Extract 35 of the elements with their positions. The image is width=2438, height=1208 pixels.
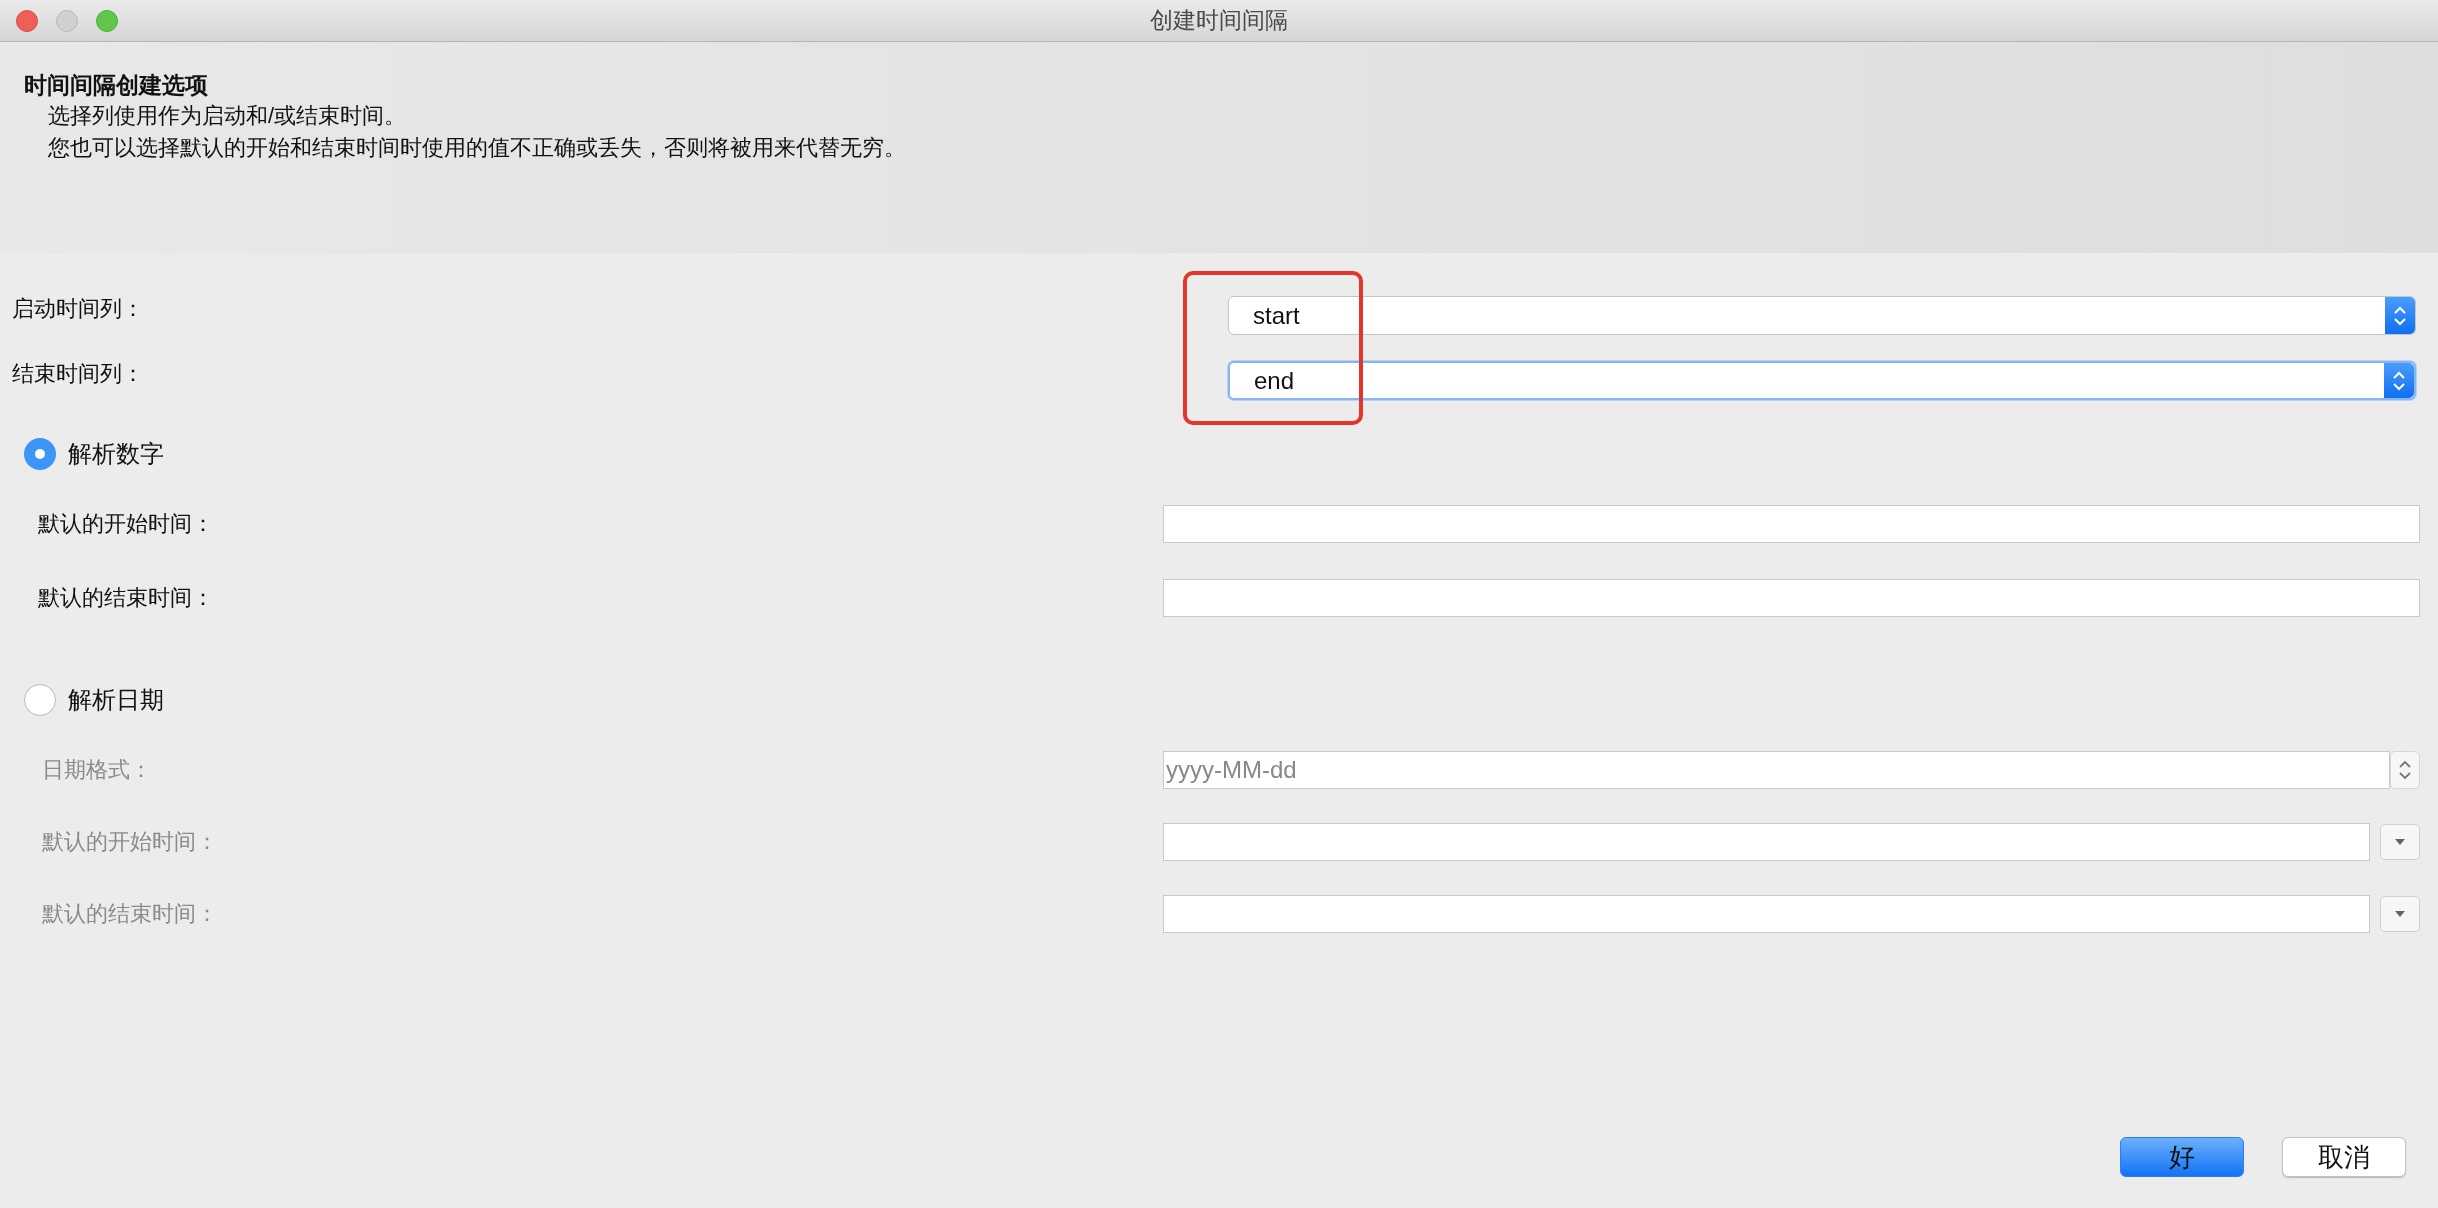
stepper-button[interactable] xyxy=(2390,751,2420,789)
dropdown-button[interactable] xyxy=(2380,896,2420,932)
triangle-down-icon xyxy=(2394,910,2406,918)
minimize-button[interactable] xyxy=(56,9,78,32)
stepper-arrows-icon xyxy=(2398,759,2412,781)
text-field[interactable] xyxy=(1163,579,2420,617)
dropdown-button[interactable] xyxy=(2380,824,2420,860)
triangle-down-icon xyxy=(2394,838,2406,846)
field-label: 日期格式： xyxy=(41,756,153,784)
close-button[interactable] xyxy=(16,9,38,32)
field-label: 默认的开始时间： xyxy=(37,510,215,538)
radio-button[interactable] xyxy=(24,684,56,716)
dialog-button[interactable]: 取消 xyxy=(2282,1137,2406,1177)
field-label: 默认的结束时间： xyxy=(37,584,215,612)
column-dropdown[interactable]: end xyxy=(1228,361,2416,400)
description-text: 您也可以选择默认的开始和结束时间时使用的值不正确或丢失，否则将被用来代替无穷。 xyxy=(47,134,907,162)
description-text: 选择列使用作为启动和/或结束时间。 xyxy=(47,102,408,130)
date-format-field[interactable]: yyyy-MM-dd xyxy=(1163,751,2390,789)
text-field[interactable] xyxy=(1163,505,2420,543)
stepper-arrows-icon xyxy=(2392,369,2406,392)
column-dropdown[interactable]: start xyxy=(1228,296,2416,335)
dialog-button[interactable]: 好 xyxy=(2120,1137,2244,1177)
field-label: 默认的结束时间： xyxy=(41,900,219,928)
stepper-arrows-icon xyxy=(2393,304,2407,327)
header-title: 时间间隔创建选项 xyxy=(24,71,209,100)
window-title: 创建时间间隔 xyxy=(1150,6,1288,35)
field-label: 默认的开始时间： xyxy=(41,828,219,856)
field-label: 结束时间列： xyxy=(12,359,145,388)
date-field[interactable] xyxy=(1163,823,2370,861)
date-field[interactable] xyxy=(1163,895,2370,933)
zoom-button[interactable] xyxy=(96,9,118,32)
radio-label[interactable]: 解析日期 xyxy=(68,684,164,716)
radio-label[interactable]: 解析数字 xyxy=(68,438,164,470)
field-label: 启动时间列： xyxy=(12,294,145,323)
radio-button[interactable] xyxy=(24,438,56,470)
